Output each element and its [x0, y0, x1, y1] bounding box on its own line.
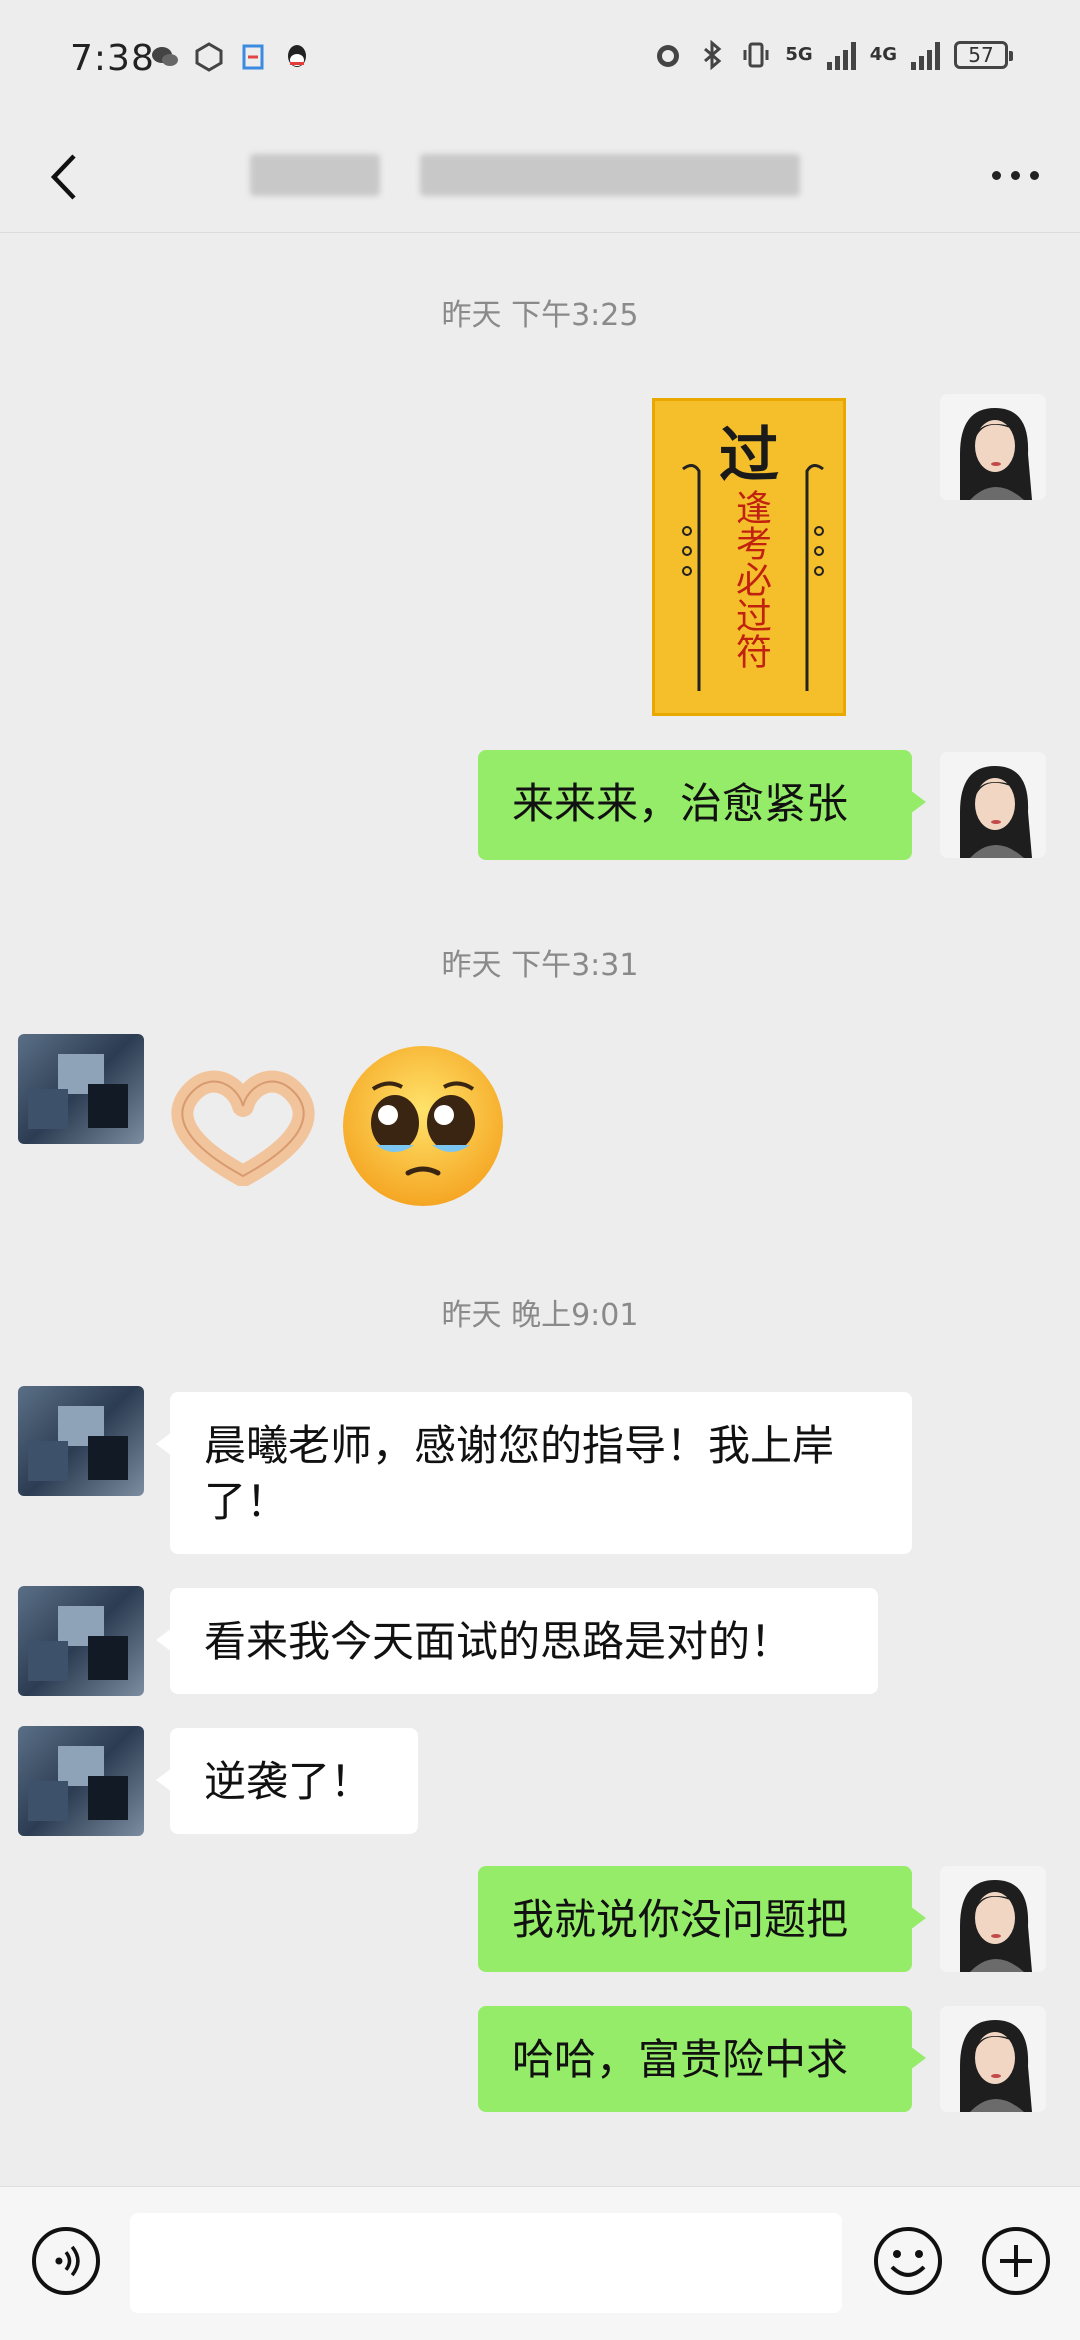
message-bubble-sent[interactable]: 我就说你没问题把: [478, 1866, 926, 1972]
message-timestamp: 昨天 晚上9:01: [441, 1298, 639, 1333]
signal-bars-1-icon: [826, 40, 856, 70]
contact-avatar[interactable]: [18, 1034, 144, 1144]
app-notification-icon: [242, 44, 264, 70]
vibrate-icon: [743, 42, 769, 68]
contact-avatar[interactable]: [18, 1726, 144, 1836]
woman-portrait-icon: [940, 394, 1046, 500]
bluetooth-icon: [704, 40, 722, 70]
voice-icon[interactable]: [32, 2227, 100, 2295]
woman-portrait-icon: [940, 752, 1046, 858]
message-timestamp: 昨天 下午3:31: [441, 948, 639, 983]
chevron-left-icon[interactable]: [36, 142, 96, 212]
redacted-name-block: [250, 154, 380, 196]
status-bar: 7:38 5G 4G 57: [0, 0, 1080, 120]
network-type-1: 5G: [785, 44, 813, 65]
exam-pass-sticker[interactable]: 过 逢考必过符: [652, 398, 846, 716]
status-time: 7:38: [70, 38, 155, 79]
woman-portrait-icon: [940, 1866, 1046, 1972]
chat-screen: 7:38 5G 4G 57 昨天 下午3:25 过 逢考必过符 来来来，治愈紧张…: [0, 0, 1080, 2340]
my-avatar[interactable]: [940, 752, 1046, 858]
pleading-face-emoji-icon: [343, 1046, 503, 1206]
message-bubble-sent[interactable]: 来来来，治愈紧张: [478, 750, 926, 860]
emoji-message[interactable]: [168, 1036, 508, 1216]
more-icon[interactable]: [980, 160, 1050, 190]
network-type-2: 4G: [869, 44, 897, 65]
vpn-notification-icon: [195, 42, 223, 72]
my-avatar[interactable]: [940, 394, 1046, 500]
contact-avatar[interactable]: [18, 1586, 144, 1696]
input-bar: [0, 2186, 1080, 2340]
message-bubble-sent[interactable]: 哈哈，富贵险中求: [478, 2006, 926, 2112]
woman-portrait-icon: [940, 2006, 1046, 2112]
redacted-name-block: [420, 154, 800, 196]
alarm-icon: [657, 45, 680, 67]
chat-header: [0, 120, 1080, 233]
message-bubble-received[interactable]: 逆袭了！: [156, 1728, 418, 1834]
emoji-icon[interactable]: [872, 2225, 944, 2297]
notification-icons: [150, 42, 312, 72]
message-bubble-received[interactable]: 看来我今天面试的思路是对的！: [156, 1588, 878, 1694]
chat-title-redacted: [250, 140, 800, 210]
message-timestamp: 昨天 下午3:25: [441, 298, 639, 333]
my-avatar[interactable]: [940, 2006, 1046, 2112]
signal-bars-2-icon: [911, 40, 940, 70]
sticker-decoration: [682, 464, 824, 691]
message-input[interactable]: [130, 2213, 842, 2313]
qq-notification-icon: [288, 45, 306, 67]
contact-avatar[interactable]: [18, 1386, 144, 1496]
heart-hands-emoji-icon: [171, 1070, 315, 1186]
message-bubble-received[interactable]: 晨曦老师，感谢您的指导！我上岸了！: [156, 1392, 912, 1554]
my-avatar[interactable]: [940, 1866, 1046, 1972]
plus-icon[interactable]: [980, 2225, 1052, 2297]
system-status-icons: 5G 4G 57: [653, 40, 1013, 70]
battery-indicator: 57: [954, 41, 1013, 69]
wechat-notification-icon: [152, 47, 178, 66]
